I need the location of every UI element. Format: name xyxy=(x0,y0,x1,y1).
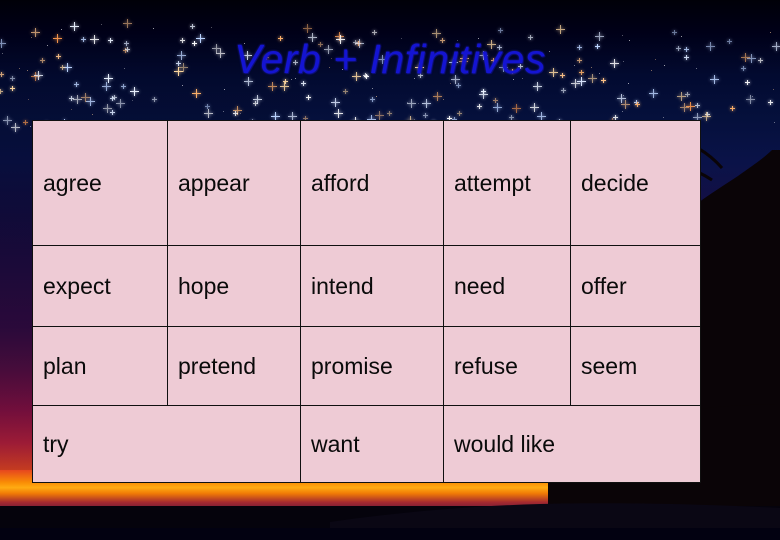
table-cell-decide[interactable]: decide xyxy=(570,120,701,246)
table-cell-appear[interactable]: appear xyxy=(167,120,301,246)
table-cell-seem[interactable]: seem xyxy=(570,326,701,406)
slide-canvas: Verb + Infinitives agree appear afford a… xyxy=(0,0,780,540)
table-cell-try[interactable]: try xyxy=(32,405,301,483)
table-cell-agree[interactable]: agree xyxy=(32,120,168,246)
table-cell-need[interactable]: need xyxy=(443,245,571,327)
slide-title: Verb + Infinitives xyxy=(234,36,546,82)
table-cell-afford[interactable]: afford xyxy=(300,120,444,246)
table-cell-attempt[interactable]: attempt xyxy=(443,120,571,246)
table-cell-refuse[interactable]: refuse xyxy=(443,326,571,406)
table-cell-want[interactable]: want xyxy=(300,405,444,483)
table-cell-intend[interactable]: intend xyxy=(300,245,444,327)
table-cell-expect[interactable]: expect xyxy=(32,245,168,327)
table-cell-would-like[interactable]: would like xyxy=(443,405,701,483)
verb-infinitives-table: agree appear afford attempt decide expec… xyxy=(32,120,701,483)
table-row: agree appear afford attempt decide xyxy=(32,120,701,246)
table-row: plan pretend promise refuse seem xyxy=(32,326,701,406)
table-cell-pretend[interactable]: pretend xyxy=(167,326,301,406)
table-row: try want would like xyxy=(32,405,701,483)
table-row: expect hope intend need offer xyxy=(32,245,701,327)
table-cell-hope[interactable]: hope xyxy=(167,245,301,327)
table-cell-offer[interactable]: offer xyxy=(570,245,701,327)
table-cell-plan[interactable]: plan xyxy=(32,326,168,406)
table-cell-promise[interactable]: promise xyxy=(300,326,444,406)
